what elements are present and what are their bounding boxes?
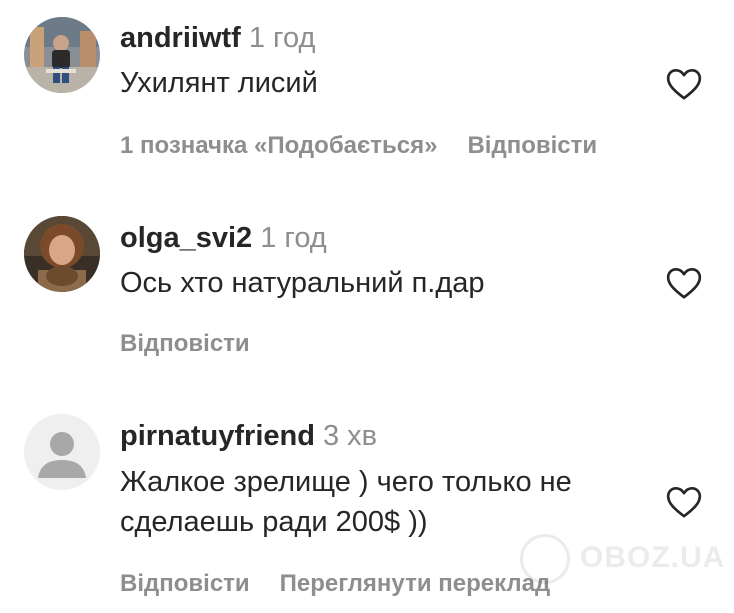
like-button[interactable] bbox=[664, 64, 704, 104]
comment-username[interactable]: pirnatuyfriend 3 хв bbox=[120, 420, 377, 453]
username-text[interactable]: olga_svi2 bbox=[120, 222, 252, 254]
comment-username[interactable]: andriiwtf 1 год bbox=[120, 22, 315, 55]
heart-outline-icon bbox=[666, 268, 702, 299]
avatar[interactable] bbox=[24, 17, 100, 93]
see-translation-button[interactable]: Переглянути переклад bbox=[280, 570, 551, 597]
reply-button[interactable]: Відповісти bbox=[467, 132, 597, 159]
reply-button[interactable]: Відповісти bbox=[120, 570, 250, 597]
like-button[interactable] bbox=[664, 263, 704, 303]
comment-time: 1 год bbox=[248, 22, 316, 54]
username-text[interactable]: pirnatuyfriend bbox=[120, 420, 315, 452]
watermark-text: OBOZ.UA bbox=[580, 540, 726, 574]
heart-outline-icon bbox=[666, 69, 702, 100]
comment-time: 3 хв bbox=[322, 420, 378, 452]
avatar[interactable] bbox=[24, 216, 100, 292]
avatar[interactable] bbox=[24, 414, 100, 490]
comment-text: Ось хто натуральний п.дар bbox=[120, 267, 485, 299]
likes-count-link[interactable]: 1 позначка «Подобається» bbox=[120, 132, 437, 159]
comment-text: Ухилянт лисий bbox=[120, 67, 318, 99]
username-text[interactable]: andriiwtf bbox=[120, 22, 241, 54]
comment-text: Жалкое зрелище ) чего только не сделаешь… bbox=[120, 462, 660, 542]
like-button[interactable] bbox=[664, 482, 704, 522]
watermark-circle-icon bbox=[520, 534, 570, 584]
reply-button[interactable]: Відповісти bbox=[120, 330, 250, 357]
comment-text-line: Жалкое зрелище ) чего только не bbox=[120, 466, 572, 498]
comment-actions: Відповісти bbox=[120, 330, 280, 358]
default-avatar-icon bbox=[24, 414, 100, 490]
heart-outline-icon bbox=[666, 487, 702, 518]
comment-actions: Відповісти Переглянути переклад bbox=[120, 570, 580, 598]
comment-time: 1 год bbox=[260, 222, 327, 254]
watermark-logo: OBOZ.UA bbox=[520, 534, 725, 584]
comment-username[interactable]: olga_svi2 1 год bbox=[120, 222, 327, 255]
comment-actions: 1 позначка «Подобається» Відповісти bbox=[120, 132, 627, 160]
avatar-photo bbox=[24, 216, 100, 292]
avatar-photo bbox=[24, 17, 100, 93]
